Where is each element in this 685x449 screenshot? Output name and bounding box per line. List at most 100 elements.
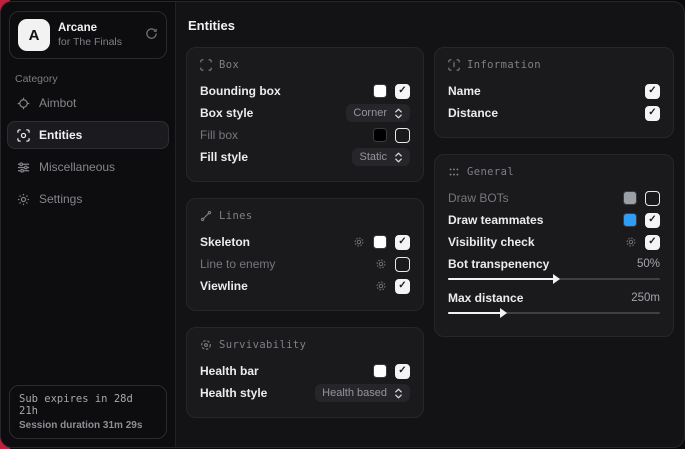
app-name: Arcane (58, 21, 137, 35)
row-label: Draw teammates (448, 213, 543, 227)
survivability-card-header: Survivability (200, 339, 410, 351)
setting-row: Health style Health based (200, 382, 410, 404)
card-title: Survivability (219, 339, 306, 351)
slider-thumb[interactable] (553, 274, 560, 284)
app-subtitle: for The Finals (58, 36, 137, 49)
card-title: Information (467, 59, 541, 71)
slider-value: 50% (637, 258, 660, 270)
row-label: Bounding box (200, 84, 281, 98)
color-swatch[interactable] (623, 213, 637, 227)
box-brackets-icon (200, 59, 212, 71)
chevrons-up-down-icon (394, 388, 403, 399)
card-title: General (467, 166, 514, 178)
profile-card: A Arcane for The Finals (9, 11, 167, 59)
subscription-info-box: Sub expires in 28d 21h Session duration … (9, 385, 167, 439)
row-label: Draw BOTs (448, 191, 509, 205)
setting-row: Fill style Static (200, 146, 410, 168)
box-style-dropdown[interactable]: Corner (346, 104, 410, 122)
setting-row: Name ✓ (448, 80, 660, 102)
cheat-menu-window: A Arcane for The Finals Category (0, 1, 685, 448)
sidebar-item-entities[interactable]: Entities (7, 121, 169, 149)
setting-row: Health bar ✓ (200, 360, 410, 382)
sidebar-item-label: Aimbot (39, 96, 76, 110)
general-card: General Draw BOTs ✓ Draw teammates (434, 154, 674, 337)
row-label: Health style (200, 386, 267, 400)
checkbox[interactable]: ✓ (645, 235, 660, 250)
row-label: Viewline (200, 279, 248, 293)
sub-expiry-text: Sub expires in 28d 21h (19, 393, 157, 417)
row-gear-icon[interactable] (353, 236, 365, 248)
color-swatch[interactable] (373, 84, 387, 98)
row-gear-icon[interactable] (625, 236, 637, 248)
sidebar: A Arcane for The Finals Category (1, 2, 176, 447)
row-label: Fill style (200, 150, 248, 164)
lines-card: Lines Skeleton ✓ (186, 198, 424, 311)
sidebar-item-aimbot[interactable]: Aimbot (7, 89, 169, 117)
sidebar-item-miscellaneous[interactable]: Miscellaneous (7, 153, 169, 181)
row-label: Skeleton (200, 235, 250, 249)
setting-row: Bounding box ✓ (200, 80, 410, 102)
setting-row: Skeleton ✓ (200, 231, 410, 253)
color-swatch[interactable] (373, 128, 387, 142)
row-label: Visibility check (448, 235, 535, 249)
app-logo: A (18, 19, 50, 51)
row-label: Fill box (200, 128, 238, 142)
app-title-block: Arcane for The Finals (58, 21, 137, 49)
chevrons-up-down-icon (394, 108, 403, 119)
page-title: Entities (188, 18, 674, 33)
color-swatch[interactable] (373, 364, 387, 378)
general-card-header: General (448, 166, 660, 178)
max-distance-slider-row: Max distance 250m (448, 289, 660, 314)
setting-row: Visibility check ✓ (448, 231, 660, 253)
checkbox[interactable]: ✓ (395, 257, 410, 272)
sliders-icon (16, 160, 30, 174)
checkbox[interactable]: ✓ (395, 279, 410, 294)
bot-transpenency-slider-row: Bot transpenency 50% (448, 255, 660, 280)
slider-label: Max distance (448, 291, 523, 305)
diagonal-line-icon (200, 210, 212, 222)
right-column: Information Name ✓ Distance ✓ (434, 47, 674, 337)
health-style-dropdown[interactable]: Health based (315, 384, 410, 402)
lines-card-header: Lines (200, 210, 410, 222)
row-label: Box style (200, 106, 253, 120)
checkbox[interactable]: ✓ (645, 106, 660, 121)
checkbox[interactable]: ✓ (395, 128, 410, 143)
box-card-header: Box (200, 59, 410, 71)
max-distance-slider[interactable] (448, 312, 660, 314)
checkbox[interactable]: ✓ (395, 235, 410, 250)
slider-label: Bot transpenency (448, 257, 549, 271)
survivability-card: Survivability Health bar ✓ Health style (186, 327, 424, 418)
row-label: Distance (448, 106, 498, 120)
color-swatch[interactable] (623, 191, 637, 205)
checkbox[interactable]: ✓ (645, 191, 660, 206)
checkbox[interactable]: ✓ (645, 213, 660, 228)
box-card: Box Bounding box ✓ Box style (186, 47, 424, 182)
refresh-icon[interactable] (145, 27, 158, 43)
gear-icon (16, 192, 30, 206)
checkbox[interactable]: ✓ (395, 364, 410, 379)
color-swatch[interactable] (373, 235, 387, 249)
row-gear-icon[interactable] (375, 258, 387, 270)
checkbox[interactable]: ✓ (395, 84, 410, 99)
crosshair-icon (16, 96, 30, 110)
row-label: Name (448, 84, 481, 98)
entities-icon (16, 128, 30, 142)
main-content: Entities Box Bou (176, 2, 685, 447)
setting-row: Draw BOTs ✓ (448, 187, 660, 209)
sidebar-item-settings[interactable]: Settings (7, 185, 169, 213)
row-gear-icon[interactable] (375, 280, 387, 292)
setting-row: Box style Corner (200, 102, 410, 124)
setting-row: Line to enemy ✓ (200, 253, 410, 275)
session-duration-text: Session duration 31m 29s (19, 420, 157, 431)
slider-fill (448, 312, 501, 314)
chevrons-up-down-icon (394, 152, 403, 163)
checkbox[interactable]: ✓ (645, 84, 660, 99)
setting-row: Distance ✓ (448, 102, 660, 124)
information-card: Information Name ✓ Distance ✓ (434, 47, 674, 138)
bot-transpenency-slider[interactable] (448, 278, 660, 280)
fill-style-dropdown[interactable]: Static (352, 148, 410, 166)
dropdown-value: Corner (353, 107, 387, 119)
left-column: Box Bounding box ✓ Box style (186, 47, 424, 418)
slider-thumb[interactable] (500, 308, 507, 318)
sidebar-item-label: Miscellaneous (39, 160, 115, 174)
